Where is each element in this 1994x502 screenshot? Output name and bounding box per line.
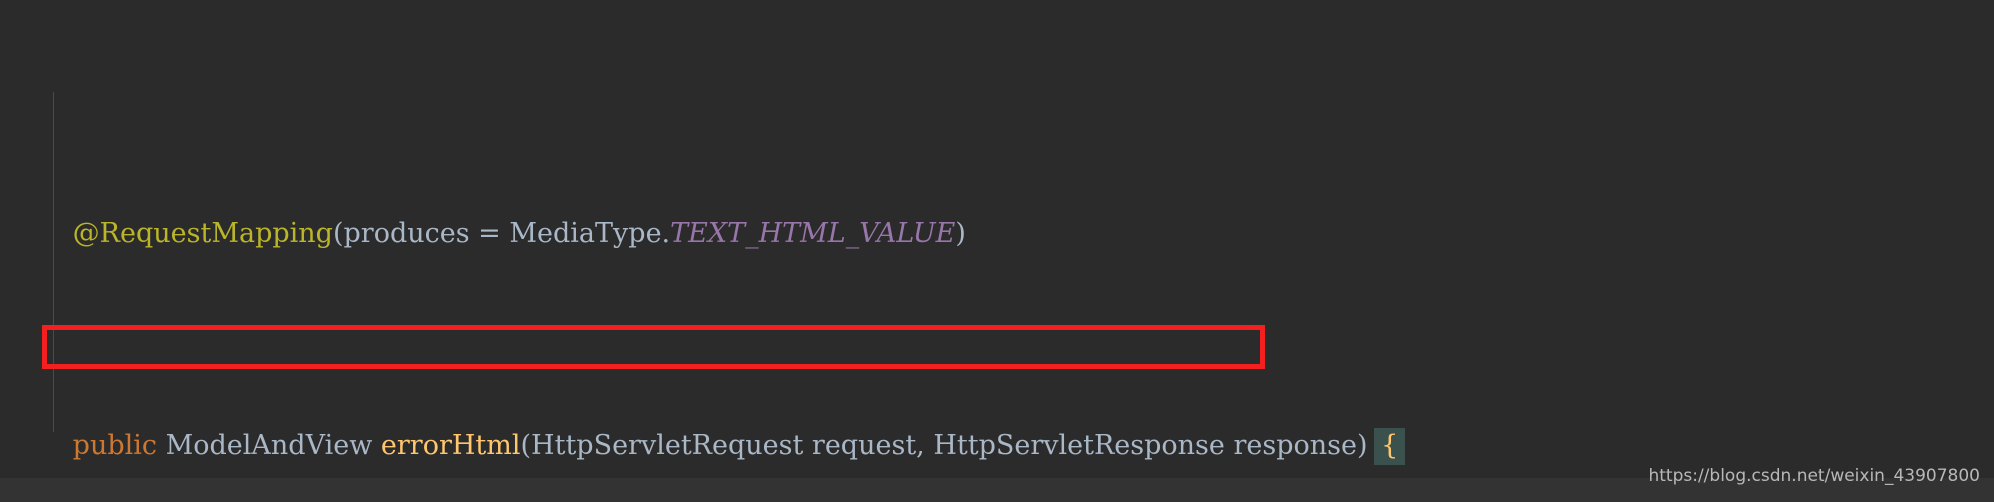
method-params-token: (HttpServletRequest request, HttpServlet… [520, 430, 1377, 461]
code-line-1: @RequestMapping(produces = MediaType.TEX… [0, 170, 1994, 249]
open-paren: ( [332, 217, 344, 249]
param-name-token: produces [343, 217, 470, 249]
constant-token: TEXT_HTML_VALUE [670, 217, 956, 249]
watermark-url: https://blog.csdn.net/weixin_43907800 [1648, 466, 1980, 486]
equals-token: = [469, 217, 510, 249]
open-brace-highlight: { [1374, 428, 1406, 465]
close-paren: ) [955, 217, 966, 249]
code-editor[interactable]: @RequestMapping(produces = MediaType.TEX… [0, 0, 1994, 478]
modifier-token: public [72, 430, 158, 461]
return-type-token: ModelAndView [157, 430, 381, 461]
code-content: @RequestMapping(produces = MediaType.TEX… [0, 0, 1994, 502]
code-screenshot: @RequestMapping(produces = MediaType.TEX… [0, 0, 1994, 502]
method-name-token: errorHtml [380, 430, 521, 461]
code-line-2: public ModelAndView errorHtml(HttpServle… [0, 383, 1994, 465]
annotation-token: @RequestMapping [72, 217, 333, 249]
class-ref-token: MediaType. [509, 217, 671, 249]
